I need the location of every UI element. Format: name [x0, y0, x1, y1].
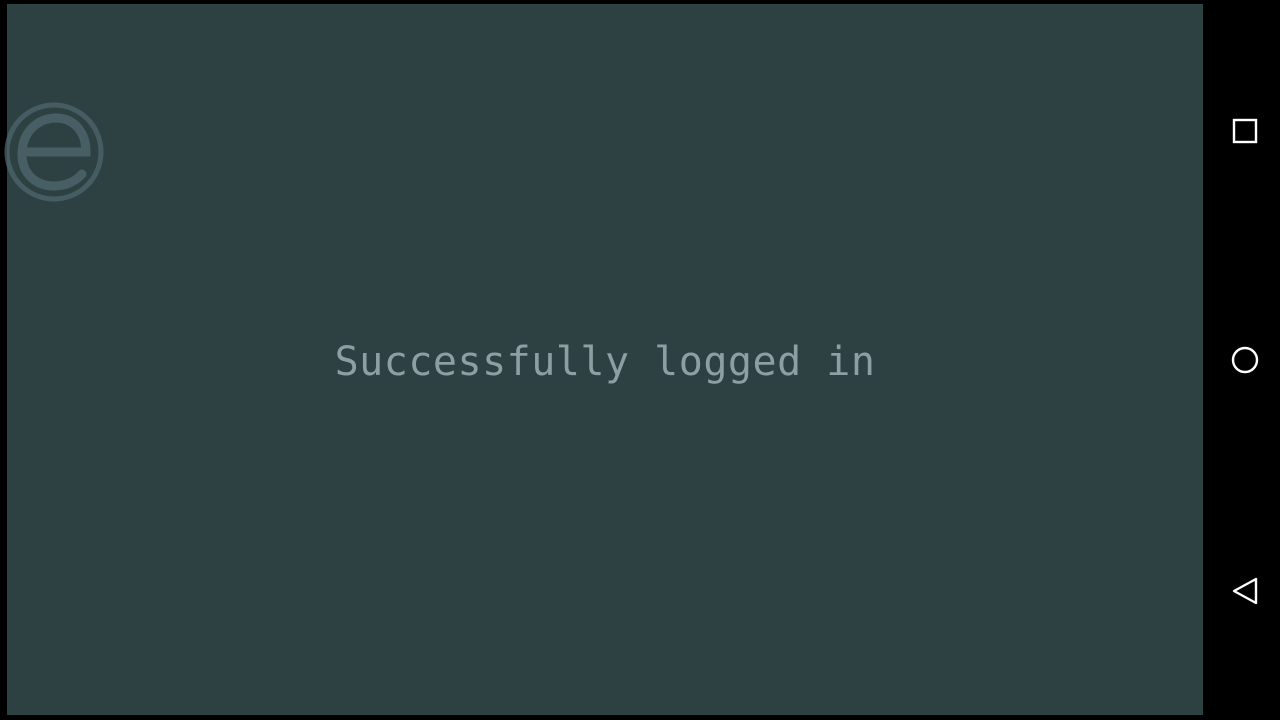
- e-logo-icon: [4, 102, 104, 202]
- app-content-area: Successfully logged in: [4, 4, 1203, 715]
- login-status-message: Successfully logged in: [334, 339, 876, 385]
- recents-button[interactable]: [1221, 107, 1269, 155]
- circle-icon: [1231, 346, 1259, 374]
- device-screen: Successfully logged in: [0, 0, 1280, 720]
- back-button[interactable]: [1221, 567, 1269, 615]
- square-icon: [1232, 118, 1258, 144]
- home-button[interactable]: [1221, 336, 1269, 384]
- triangle-back-icon: [1232, 577, 1258, 605]
- navigation-bar: [1203, 0, 1280, 720]
